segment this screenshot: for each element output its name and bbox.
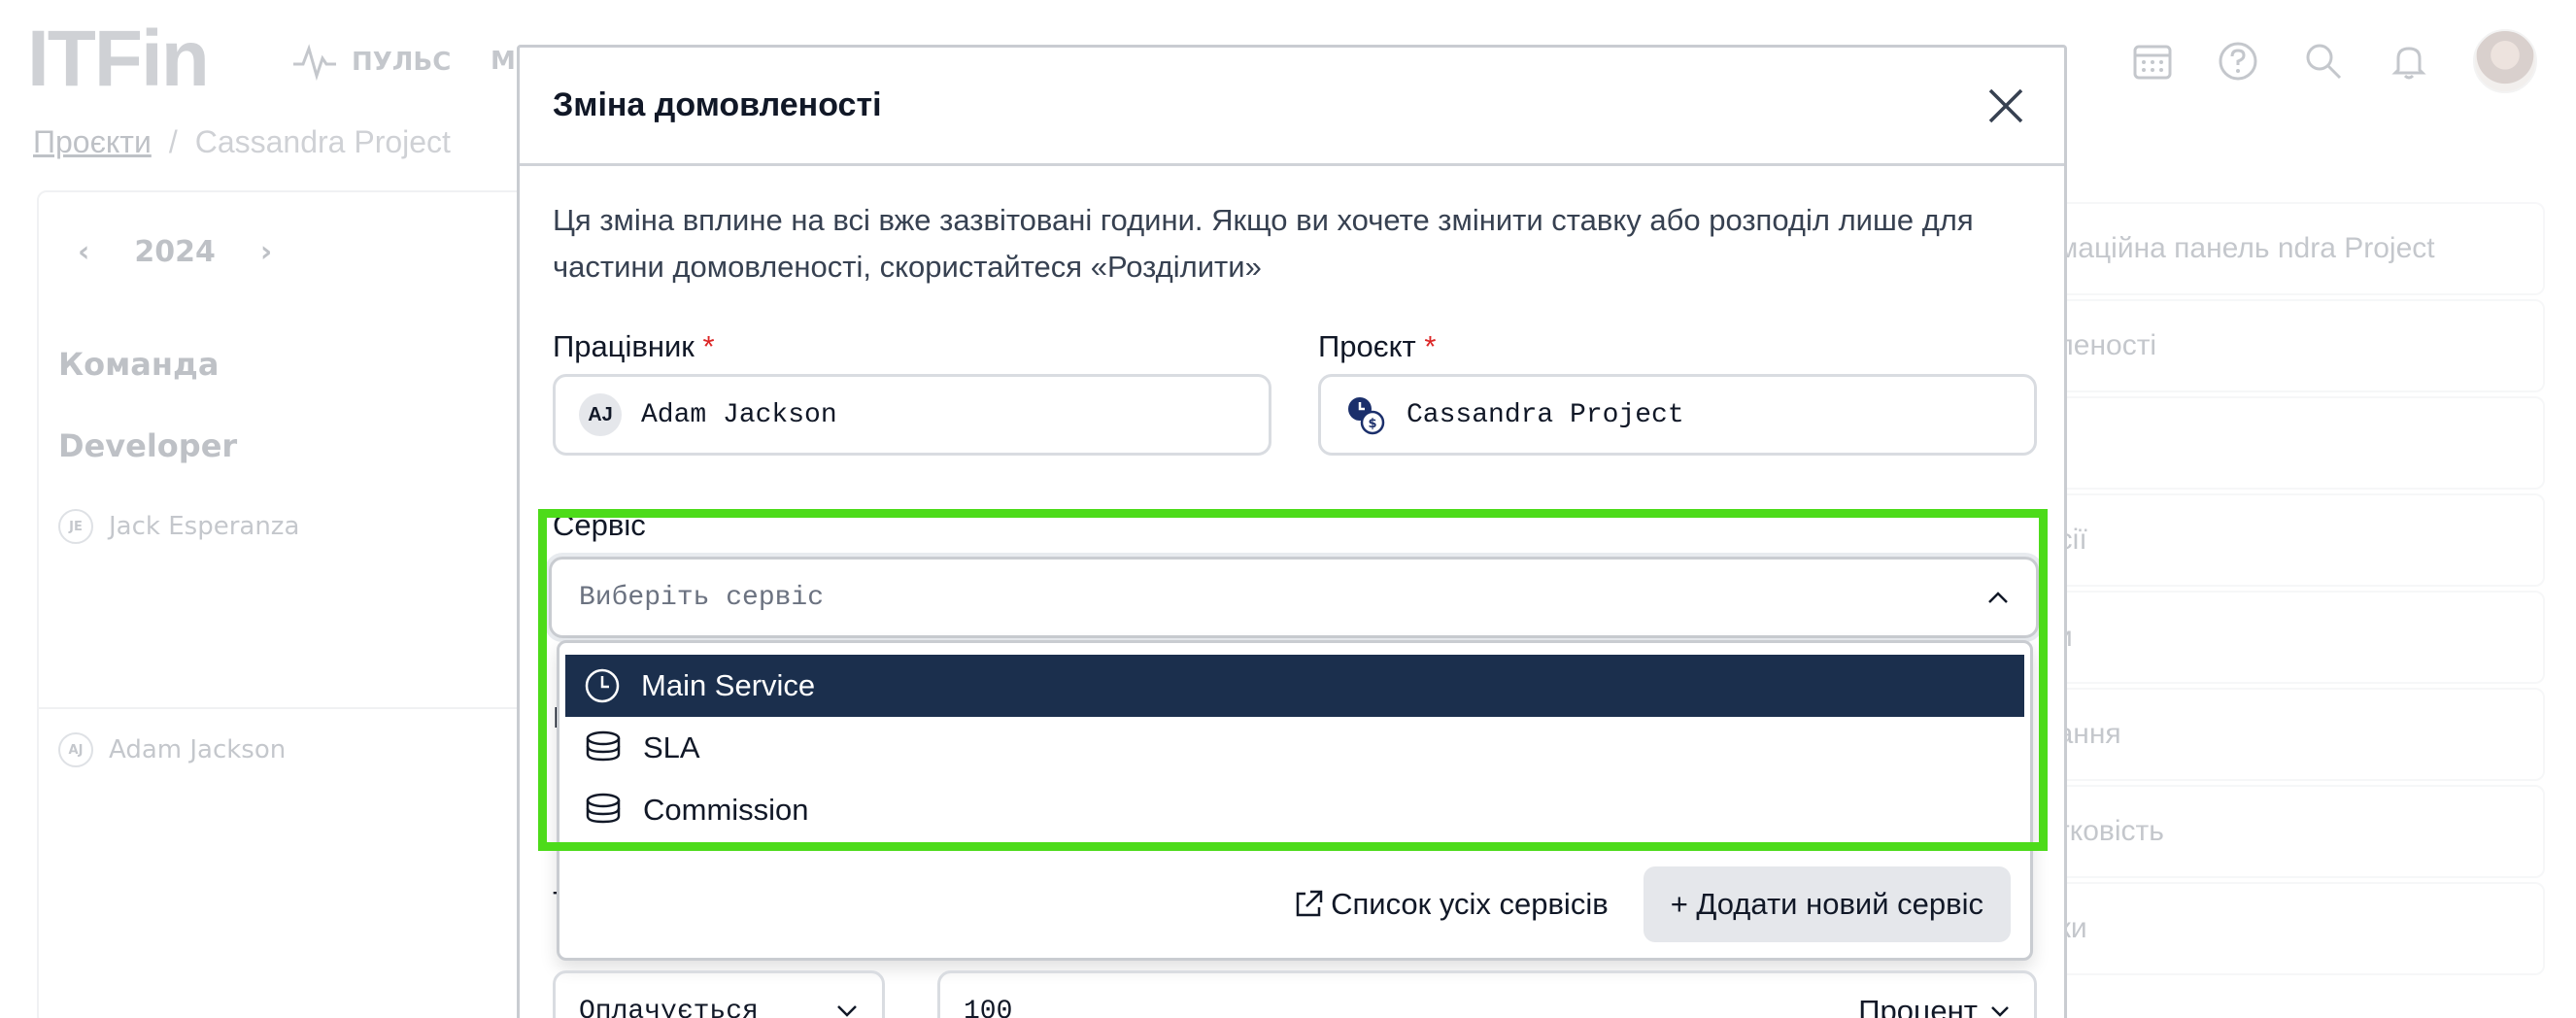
person-name: Adam Jackson	[109, 735, 287, 764]
employee-field[interactable]: AJ Adam Jackson	[553, 374, 1271, 456]
project-label: Проєкт *	[1318, 329, 1436, 364]
service-option-commission[interactable]: Commission	[565, 779, 2024, 841]
year-label: 2024	[134, 235, 216, 269]
right-menu: омаційна панель ndra Project вленості ії…	[2001, 202, 2545, 979]
modal-header: Зміна домовленості	[520, 48, 2064, 166]
external-link-icon	[1296, 890, 1323, 917]
bell-icon[interactable]	[2388, 40, 2430, 83]
service-select[interactable]: Виберіть сервіс	[549, 557, 2039, 638]
service-label: Сервіс	[553, 508, 646, 542]
breadcrumb-current: Cassandra Project	[194, 124, 451, 159]
project-label-text: Проєкт	[1318, 329, 1416, 363]
nav-pulse[interactable]: ПУЛЬС	[291, 43, 451, 82]
service-option-sla[interactable]: SLA	[565, 717, 2024, 779]
app-logo: ITFin	[27, 15, 210, 103]
right-menu-item[interactable]: вання	[2001, 688, 2545, 781]
avatar: JE	[58, 509, 93, 544]
required-mark: *	[1424, 329, 1437, 363]
avatar: AJ	[579, 393, 622, 436]
breadcrumb: Проєкти / Cassandra Project	[33, 124, 451, 160]
right-menu-item[interactable]: ики	[2001, 882, 2545, 975]
service-option-label: Commission	[643, 793, 809, 827]
group-name: Команда	[58, 346, 220, 383]
right-menu-item[interactable]: вленості	[2001, 299, 2545, 392]
unit-label: Процент	[1858, 994, 1978, 1018]
right-menu-item[interactable]: ії	[2001, 396, 2545, 490]
employee-label: Працівник *	[553, 329, 715, 364]
chevron-right-icon[interactable]: ›	[260, 235, 272, 269]
service-option-label: SLA	[643, 730, 700, 764]
nav-pulse-label: ПУЛЬС	[352, 48, 452, 77]
service-option-main[interactable]: Main Service	[565, 655, 2024, 717]
project-value: Cassandra Project	[1407, 399, 1684, 430]
group-name: Developer	[58, 427, 238, 464]
svg-text:$: $	[1368, 417, 1376, 431]
service-placeholder: Виберіть сервіс	[579, 582, 825, 613]
calendar-icon[interactable]	[2131, 40, 2174, 83]
team-panel: ‹ 2024 › Команда 9 Developer 8 JE Jack E…	[37, 190, 581, 1018]
user-avatar[interactable]	[2473, 29, 2537, 93]
service-dropdown: Main Service SLA Commission Список усіх …	[557, 640, 2033, 961]
employee-value: Adam Jackson	[641, 399, 837, 430]
rate-value: 100	[964, 996, 1013, 1018]
breadcrumb-separator: /	[168, 124, 178, 159]
chevron-left-icon[interactable]: ‹	[78, 235, 89, 269]
coins-icon	[586, 793, 621, 824]
divider	[39, 707, 579, 709]
right-menu-item[interactable]: си	[2001, 591, 2545, 684]
header-icons	[2131, 29, 2537, 93]
project-icon: $	[1348, 397, 1385, 435]
group-row[interactable]: Команда 9	[58, 346, 550, 383]
billing-type-select[interactable]: Оплачується	[553, 970, 885, 1018]
person-row[interactable]: JE Jack Esperanza	[58, 509, 299, 544]
project-field[interactable]: $ Cassandra Project	[1318, 374, 2037, 456]
list-all-services-link[interactable]: Список усіх сервісів	[1292, 887, 1609, 922]
chevron-down-icon	[837, 1005, 857, 1017]
group-row[interactable]: Developer 8	[58, 427, 550, 464]
year-selector: ‹ 2024 ›	[78, 235, 272, 269]
person-row[interactable]: AJ Adam Jackson	[58, 732, 286, 767]
dropdown-footer: Список усіх сервісів + Додати новий серв…	[559, 851, 2030, 958]
help-icon[interactable]	[2217, 40, 2259, 83]
right-menu-item[interactable]: асії	[2001, 493, 2545, 587]
required-mark: *	[702, 329, 715, 363]
search-icon[interactable]	[2302, 40, 2345, 83]
modal-note: Ця зміна вплине на всі вже зазвітовані г…	[553, 203, 1974, 284]
service-option-label: Main Service	[641, 668, 816, 702]
person-name: Jack Esperanza	[109, 512, 300, 541]
unit-select[interactable]: Процент	[1858, 994, 2011, 1018]
modal-title: Зміна домовленості	[553, 86, 882, 123]
coins-icon	[586, 730, 621, 762]
right-menu-item[interactable]: утковість	[2001, 785, 2545, 878]
add-service-button[interactable]: + Додати новий сервіс	[1643, 866, 2011, 942]
chevron-down-icon	[1991, 1006, 2009, 1017]
employee-label-text: Працівник	[553, 329, 695, 363]
pulse-icon	[293, 44, 336, 82]
clock-icon	[585, 668, 620, 703]
billing-type-value: Оплачується	[579, 996, 759, 1018]
rate-field[interactable]: 100 Процент	[937, 970, 2037, 1018]
avatar: AJ	[58, 732, 93, 767]
breadcrumb-projects[interactable]: Проєкти	[33, 124, 152, 160]
edit-agreement-modal: Зміна домовленості Ця зміна вплине на вс…	[517, 45, 2067, 1018]
close-icon	[1988, 88, 2023, 122]
list-all-services-label: Список усіх сервісів	[1331, 887, 1609, 921]
close-button[interactable]	[1979, 79, 2033, 133]
right-menu-item[interactable]: омаційна панель ndra Project	[2001, 202, 2545, 295]
chevron-up-icon	[1988, 592, 2008, 603]
